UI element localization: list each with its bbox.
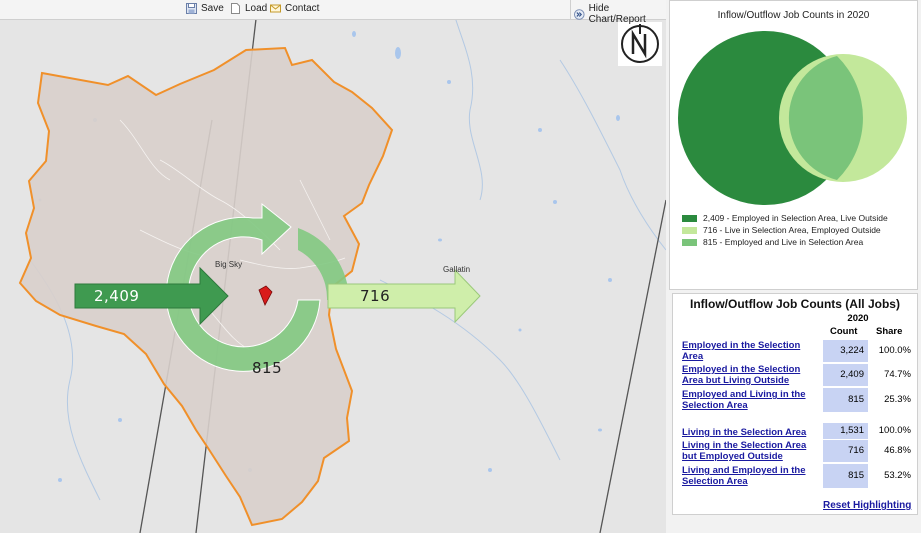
save-button[interactable]: Save	[186, 3, 224, 14]
reset-highlighting-link[interactable]: Reset Highlighting	[823, 500, 911, 511]
legend-label: 815 - Employed and Live in Selection Are…	[703, 237, 864, 247]
row-count: 2,409	[823, 364, 868, 386]
hide-chart-report-button[interactable]: Hide Chart/Report	[574, 3, 666, 25]
row-count: 1,531	[823, 423, 868, 439]
double-chevron-right-icon	[574, 8, 585, 20]
save-label: Save	[201, 3, 224, 14]
row-label-employed[interactable]: Employed in the Selection Area	[682, 340, 817, 362]
legend-item-outflow: 716 - Live in Selection Area, Employed O…	[682, 224, 888, 236]
row-share: 74.7%	[884, 369, 911, 380]
row-count: 3,224	[823, 340, 868, 362]
legend-swatch	[682, 238, 697, 246]
row-label-living[interactable]: Living in the Selection Area	[682, 427, 817, 438]
column-header-count: Count	[830, 326, 858, 337]
document-icon	[231, 3, 240, 14]
row-label-employed-and-living[interactable]: Employed and Living in the Selection Are…	[682, 389, 817, 411]
envelope-icon	[270, 4, 281, 13]
legend-label: 716 - Live in Selection Area, Employed O…	[703, 225, 881, 235]
column-header-share: Share	[876, 326, 903, 337]
outflow-arrow[interactable]	[327, 268, 481, 324]
legend-item-inflow: 2,409 - Employed in Selection Area, Live…	[682, 212, 888, 224]
table-title: Inflow/Outflow Job Counts (All Jobs)	[690, 297, 900, 311]
hide-chart-label: Hide Chart/Report	[588, 3, 646, 25]
row-share: 25.3%	[884, 394, 911, 405]
row-count: 716	[823, 440, 868, 462]
place-label-big-sky: Big Sky	[215, 260, 243, 269]
legend-label: 2,409 - Employed in Selection Area, Live…	[703, 213, 888, 223]
venn-legend: 2,409 - Employed in Selection Area, Live…	[682, 212, 888, 248]
load-button[interactable]: Load	[230, 3, 267, 14]
map-panel[interactable]: Save Load Contact Hide Chart/Report 2,40…	[0, 0, 666, 533]
map-toolbar: Save Load Contact Hide Chart/Report	[0, 0, 666, 25]
contact-label: Contact	[285, 3, 320, 14]
venn-chart-panel: Inflow/Outflow Job Counts in 2020 2,409 …	[669, 0, 918, 290]
place-label-gallatin: Gallatin	[443, 265, 471, 274]
north-arrow-icon	[618, 22, 662, 66]
load-label: Load	[245, 3, 268, 14]
legend-swatch	[682, 226, 697, 234]
row-label-living-employed-outside[interactable]: Living in the Selection Area but Employe…	[682, 440, 817, 462]
map-canvas[interactable]	[0, 19, 666, 533]
row-count: 815	[823, 388, 868, 412]
contact-button[interactable]: Contact	[270, 3, 319, 14]
table-year: 2020	[847, 313, 869, 324]
inflow-count-label: 2,409	[94, 287, 140, 305]
save-icon	[186, 3, 197, 14]
row-share: 100.0%	[878, 425, 911, 436]
row-label-living-and-employed[interactable]: Living and Employed in the Selection Are…	[682, 465, 817, 487]
legend-swatch	[682, 214, 697, 222]
row-label-employed-living-outside[interactable]: Employed in the Selection Area but Livin…	[682, 364, 817, 386]
outflow-count-label: 716	[360, 287, 391, 305]
job-counts-table: Inflow/Outflow Job Counts (All Jobs) 202…	[672, 293, 918, 515]
legend-item-internal: 815 - Employed and Live in Selection Are…	[682, 236, 888, 248]
row-count: 815	[823, 464, 868, 488]
row-share: 53.2%	[884, 470, 911, 481]
internal-count-label: 815	[252, 359, 283, 377]
row-share: 100.0%	[878, 345, 911, 356]
row-share: 46.8%	[884, 445, 911, 456]
